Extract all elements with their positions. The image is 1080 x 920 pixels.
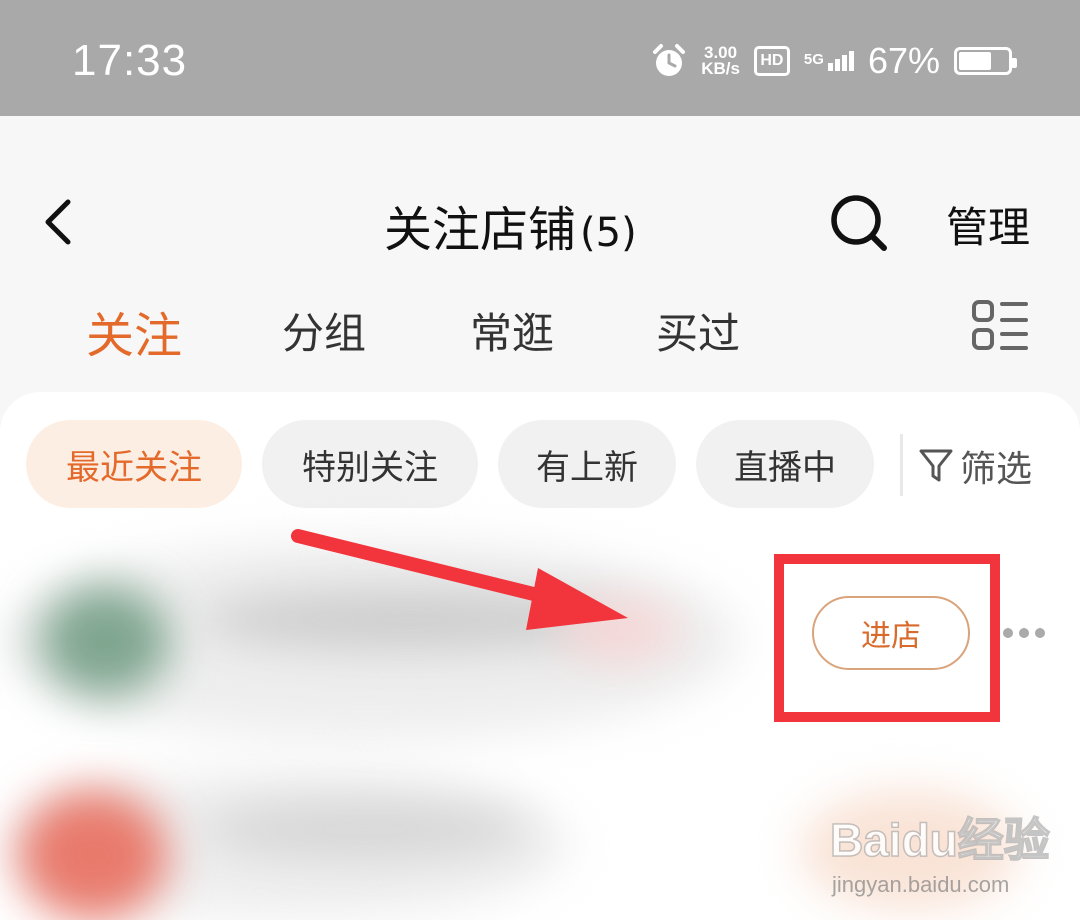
net-speed: 3.00 KB/s xyxy=(701,44,740,78)
watermark-url: jingyan.baidu.com xyxy=(832,872,1010,897)
tab-purchased[interactable]: 买过 xyxy=(656,300,740,361)
chip-new-arrivals[interactable]: 有上新 xyxy=(498,420,676,508)
annotation-arrow-icon xyxy=(291,529,628,630)
chip-recent-follow[interactable]: 最近关注 xyxy=(26,420,242,508)
chip-divider xyxy=(900,434,903,496)
shop-avatar-blurred-2 xyxy=(18,790,168,920)
watermark-logo: Baidu经验 xyxy=(829,813,1050,867)
more-dots-icon[interactable] xyxy=(1002,626,1046,640)
status-icons: 3.00 KB/s HD 5G 67% xyxy=(651,38,1017,84)
tab-groups[interactable]: 分组 xyxy=(282,300,366,361)
status-bar: 17:33 3.00 KB/s HD 5G 67% xyxy=(0,0,1080,116)
manage-button[interactable]: 管理 xyxy=(946,194,1030,255)
watermark: Baidu经验 jingyan.baidu.com xyxy=(829,804,1050,904)
filter-button[interactable]: 筛选 xyxy=(918,440,1032,492)
layout-list-icon[interactable] xyxy=(970,296,1032,358)
signal-icon: 5G xyxy=(804,51,854,71)
status-time: 17:33 xyxy=(72,36,188,85)
page-title-text: 关注店铺 xyxy=(384,202,577,258)
chip-live-now[interactable]: 直播中 xyxy=(696,420,874,508)
net-speed-unit: KB/s xyxy=(701,59,740,78)
battery-percent: 67% xyxy=(867,40,940,81)
tab-follow[interactable]: 关注 xyxy=(86,296,182,366)
battery-level xyxy=(959,52,992,70)
follow-count: (5) xyxy=(580,210,637,256)
annotation-highlight-box xyxy=(774,554,1000,722)
filter-label: 筛选 xyxy=(960,449,1033,490)
back-chevron-icon[interactable] xyxy=(38,196,78,248)
hd-icon: HD xyxy=(753,46,790,76)
search-icon[interactable] xyxy=(826,192,892,252)
alarm-clock-icon xyxy=(653,44,686,76)
shop-avatar-blurred xyxy=(40,586,170,696)
battery-icon xyxy=(954,47,1017,75)
tab-frequent[interactable]: 常逛 xyxy=(470,300,554,361)
filter-funnel-icon xyxy=(919,449,953,482)
network-type: 5G xyxy=(803,51,824,68)
page-title: 关注店铺 (5) xyxy=(384,190,637,260)
chip-special-follow[interactable]: 特别关注 xyxy=(262,420,478,508)
